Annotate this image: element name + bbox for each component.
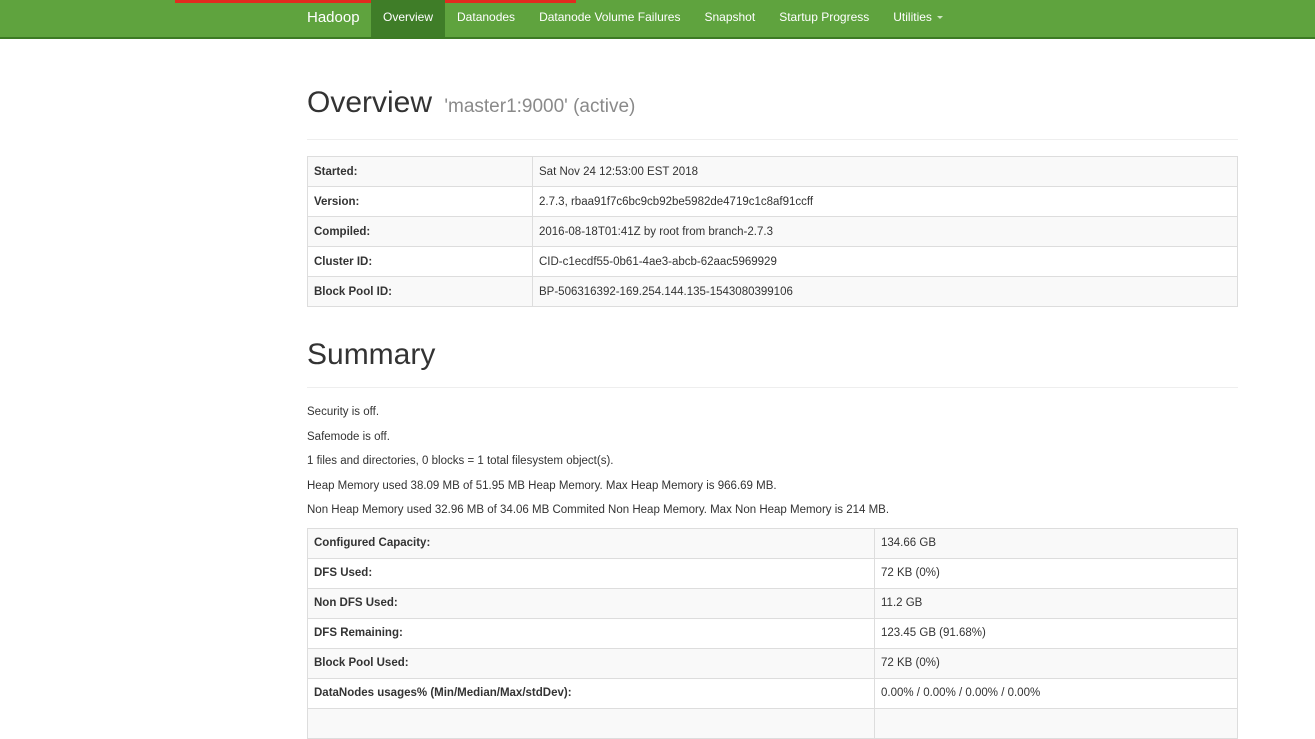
row-value: Sat Nov 24 12:53:00 EST 2018 — [532, 156, 1238, 187]
main-container: Overview 'master1:9000' (active) Started… — [307, 39, 1238, 739]
row-label — [307, 707, 875, 739]
page-title: Overview 'master1:9000' (active) — [307, 85, 1238, 125]
row-label: DFS Used: — [307, 557, 875, 589]
nav-utilities-label: Utilities — [893, 10, 932, 24]
row-value: 72 KB (0%) — [874, 557, 1238, 589]
row-label: Non DFS Used: — [307, 587, 875, 619]
table-row: Compiled: 2016-08-18T01:41Z by root from… — [307, 216, 1238, 247]
table-row: Configured Capacity: 134.66 GB — [307, 527, 1238, 559]
row-label: Started: — [307, 156, 533, 187]
nav-datanodes[interactable]: Datanodes — [445, 0, 527, 37]
overview-table: Started: Sat Nov 24 12:53:00 EST 2018 Ve… — [307, 156, 1238, 307]
summary-table: Configured Capacity: 134.66 GB DFS Used:… — [307, 527, 1238, 739]
nav-menu: Overview Datanodes Datanode Volume Failu… — [371, 0, 955, 37]
row-value: 123.45 GB (91.68%) — [874, 617, 1238, 649]
table-row: Block Pool ID: BP-506316392-169.254.144.… — [307, 276, 1238, 307]
row-label: Block Pool Used: — [307, 647, 875, 679]
table-row: DFS Remaining: 123.45 GB (91.68%) — [307, 617, 1238, 649]
row-value: CID-c1ecdf55-0b61-4ae3-abcb-62aac5969929 — [532, 246, 1238, 277]
row-label: Version: — [307, 186, 533, 217]
row-value: BP-506316392-169.254.144.135-15430803991… — [532, 276, 1238, 307]
row-value — [874, 707, 1238, 739]
row-label: Configured Capacity: — [307, 527, 875, 559]
nav-snapshot[interactable]: Snapshot — [692, 0, 767, 37]
navbar: Hadoop Overview Datanodes Datanode Volum… — [0, 0, 1315, 39]
row-value: 11.2 GB — [874, 587, 1238, 619]
row-label: Block Pool ID: — [307, 276, 533, 307]
table-row: Cluster ID: CID-c1ecdf55-0b61-4ae3-abcb-… — [307, 246, 1238, 277]
chevron-down-icon — [936, 16, 943, 20]
table-row — [307, 707, 1238, 739]
heap-memory: Heap Memory used 38.09 MB of 51.95 MB He… — [307, 479, 777, 492]
overview-header: Overview 'master1:9000' (active) — [307, 39, 1238, 140]
overview-title: Overview — [307, 86, 433, 119]
row-label: DFS Remaining: — [307, 617, 875, 649]
row-label: Compiled: — [307, 216, 533, 247]
summary-lines: Security is off. Safemode is off. 1 file… — [307, 405, 1238, 528]
nav-utilities-dropdown[interactable]: Utilities — [881, 0, 955, 37]
table-row: Started: Sat Nov 24 12:53:00 EST 2018 — [307, 156, 1238, 187]
row-value: 0.00% / 0.00% / 0.00% / 0.00% — [874, 677, 1238, 709]
nav-overview[interactable]: Overview — [371, 0, 446, 37]
nav-startup-progress[interactable]: Startup Progress — [767, 0, 881, 37]
overview-subtitle: 'master1:9000' (active) — [444, 96, 636, 117]
brand-link[interactable]: Hadoop — [307, 0, 360, 37]
nav-datanode-volume-failures[interactable]: Datanode Volume Failures — [527, 0, 692, 37]
table-row: Non DFS Used: 11.2 GB — [307, 587, 1238, 619]
table-row: DFS Used: 72 KB (0%) — [307, 557, 1238, 589]
row-label: Cluster ID: — [307, 246, 533, 277]
row-value: 72 KB (0%) — [874, 647, 1238, 679]
filesystem-objects: 1 files and directories, 0 blocks = 1 to… — [307, 455, 614, 467]
summary-header: Summary — [307, 307, 1238, 388]
row-label: DataNodes usages% (Min/Median/Max/stdDev… — [307, 677, 875, 709]
row-value: 2016-08-18T01:41Z by root from branch-2.… — [532, 216, 1238, 247]
table-row: Version: 2.7.3, rbaa91f7c6bc9cb92be5982d… — [307, 186, 1238, 217]
safemode-status: Safemode is off. — [307, 430, 390, 443]
non-heap-memory: Non Heap Memory used 32.96 MB of 34.06 M… — [307, 504, 890, 516]
table-row: DataNodes usages% (Min/Median/Max/stdDev… — [307, 677, 1238, 709]
row-value: 2.7.3, rbaa91f7c6bc9cb92be5982de4719c1c8… — [532, 186, 1238, 217]
security-status: Security is off. — [307, 406, 380, 418]
table-row: Block Pool Used: 72 KB (0%) — [307, 647, 1238, 679]
summary-title: Summary — [307, 338, 436, 371]
row-value: 134.66 GB — [874, 527, 1238, 559]
